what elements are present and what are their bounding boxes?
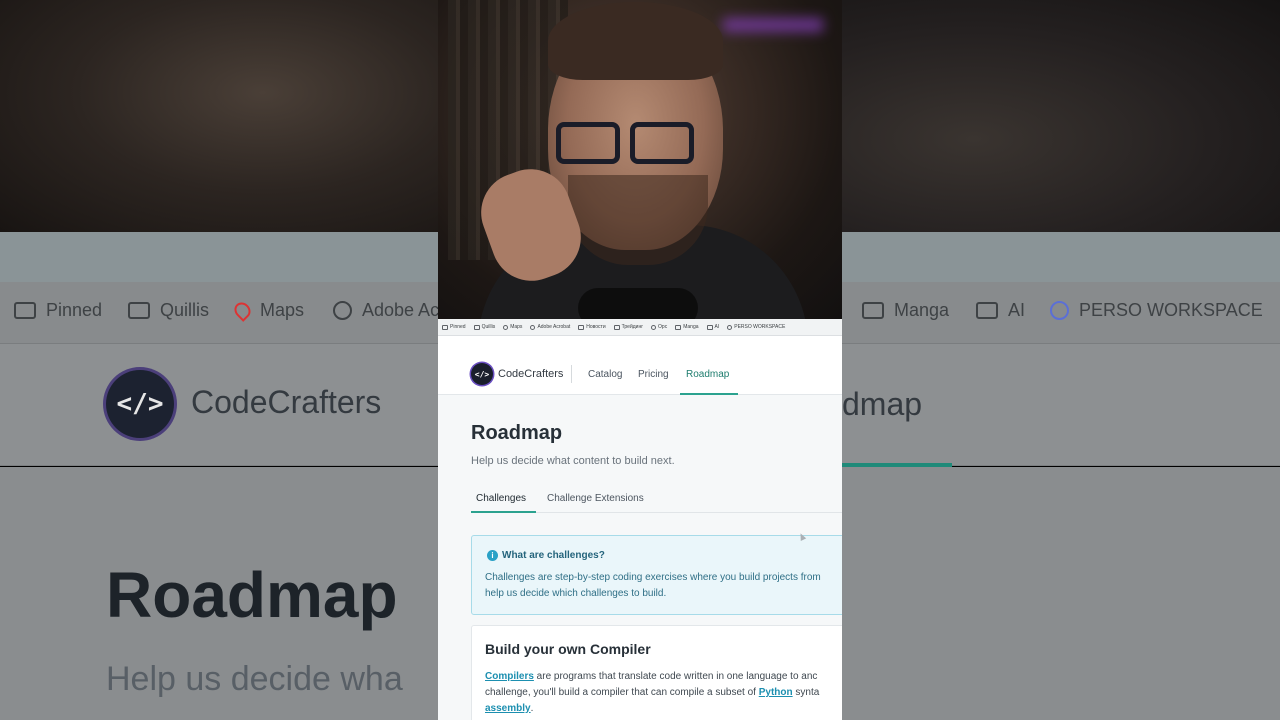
folder-icon <box>14 302 36 319</box>
blurred-bookmark: Adobe Ac <box>333 300 438 321</box>
blurred-background-left: Pinned Quillis Maps Adobe Ac </> CodeCra… <box>0 0 438 720</box>
bookmark-pinned[interactable]: Pinned <box>442 324 466 330</box>
blurred-bookmark: Maps <box>231 299 304 322</box>
glasses-lens-right <box>630 122 694 164</box>
info-line: help us decide which challenges to build… <box>485 588 667 599</box>
purple-light <box>723 18 823 32</box>
folder-icon <box>578 324 585 330</box>
bookmark-opc[interactable]: Opc <box>651 324 667 330</box>
nav-link-catalog[interactable]: Catalog <box>588 369 622 380</box>
maps-pin-icon <box>503 324 509 330</box>
bookmark-ai[interactable]: AI <box>706 324 720 330</box>
blurred-browser-bar <box>0 232 438 282</box>
folder-icon <box>473 324 480 330</box>
folder-icon <box>613 324 620 330</box>
blurred-bookmark: Manga <box>862 300 949 321</box>
tab-challenge-extensions[interactable]: Challenge Extensions <box>547 493 644 504</box>
blurred-background-right: Manga AI PERSO WORKSPACE dmap <box>842 0 1280 720</box>
link-python[interactable]: Python <box>759 687 793 698</box>
blurred-bookmark: AI <box>976 300 1025 321</box>
blurred-main <box>842 467 1280 720</box>
blurred-bookmark: Quillis <box>128 300 209 321</box>
code-logo-icon[interactable]: </> <box>471 363 493 385</box>
webcam-video <box>438 0 842 319</box>
description-line: Compilers are programs that translate co… <box>485 671 818 682</box>
page-title: Roadmap <box>471 422 563 444</box>
tab-challenges[interactable]: Challenges <box>476 493 526 504</box>
bookmark-label: Pinned <box>450 324 466 330</box>
bookmark-label: Adobe Acrobat <box>537 324 571 330</box>
globe-icon <box>651 324 657 330</box>
info-callout: i What are challenges? Challenges are st… <box>471 535 842 615</box>
bookmark-label: Трейдинг <box>621 324 644 330</box>
bookmark-perso-workspace[interactable]: PERSO WORKSPACE <box>727 324 785 330</box>
folder-icon <box>976 302 998 319</box>
blurred-browser-bar <box>842 232 1280 282</box>
blurred-nav-link: dmap <box>842 386 923 422</box>
bookmark-label: Manga <box>683 324 699 330</box>
person-hair <box>548 2 723 80</box>
video-frame: Pinned Quillis Maps Adobe Ac </> CodeCra… <box>0 0 1280 720</box>
nav-active-underline <box>680 393 738 395</box>
bookmark-adobe-acrobat[interactable]: Adobe Acrobat <box>530 324 570 330</box>
challenge-description: Compilers are programs that translate co… <box>485 669 842 717</box>
globe-icon <box>530 324 536 330</box>
folder-icon <box>442 324 448 330</box>
bookmark-quillis[interactable]: Quillis <box>473 324 496 330</box>
folder-icon <box>862 302 884 319</box>
bookmark-новости[interactable]: Новости <box>578 324 606 330</box>
blurred-logo-icon: </> <box>106 370 174 438</box>
blurred-webcam <box>0 0 438 232</box>
blurred-brand: CodeCrafters <box>191 384 382 420</box>
link-compilers[interactable]: Compilers <box>485 671 534 682</box>
glasses-lens-left <box>556 122 620 164</box>
info-line: Challenges are step-by-step coding exerc… <box>485 572 821 583</box>
nav-link-pricing[interactable]: Pricing <box>638 369 669 380</box>
info-icon: i <box>487 550 498 561</box>
circle-icon <box>727 324 733 330</box>
tab-active-underline <box>471 511 536 513</box>
folder-icon <box>128 302 150 319</box>
link-assembly[interactable]: assembly <box>485 703 531 714</box>
folder-icon <box>675 324 682 330</box>
challenge-card-compiler[interactable]: Build your own Compiler Compilers are pr… <box>471 625 842 720</box>
challenge-title[interactable]: Build your own Compiler <box>485 641 651 657</box>
bookmark-label: Новости <box>586 324 606 330</box>
description-line: assembly. <box>485 703 534 714</box>
brand-name[interactable]: CodeCrafters <box>498 368 563 380</box>
blurred-webcam <box>842 0 1280 232</box>
center-column: Pinned Quillis Maps Adobe Acrobat Новости Тре… <box>438 0 842 720</box>
bookmark-label: PERSO WORKSPACE <box>734 324 786 330</box>
folder-icon <box>706 324 713 330</box>
glasses <box>556 122 706 166</box>
browser-page: Pinned Quillis Maps Adobe Acrobat Новости Тре… <box>438 319 842 720</box>
bookmark-maps[interactable]: Maps <box>503 324 522 330</box>
nav-link-roadmap[interactable]: Roadmap <box>686 369 729 380</box>
microphone <box>578 288 698 319</box>
nav-divider <box>571 365 572 383</box>
bookmark-manga[interactable]: Manga <box>675 324 699 330</box>
site-navbar: </> CodeCrafters Catalog Pricing Roadmap <box>438 336 842 395</box>
bookmarks-bar: Pinned Quillis Maps Adobe Acrobat Новости Тре… <box>438 319 842 336</box>
bookmark-label: Maps <box>510 324 523 330</box>
bookmark-label: Opc <box>658 324 668 330</box>
blurred-title: Roadmap <box>106 559 398 631</box>
blurred-bookmark: PERSO WORKSPACE <box>1050 300 1263 321</box>
page-subtitle: Help us decide what content to build nex… <box>471 455 675 467</box>
info-title: What are challenges? <box>502 550 605 561</box>
info-body: Challenges are step-by-step coding exerc… <box>485 570 842 602</box>
maps-pin-icon <box>231 299 254 322</box>
blurred-subtitle: Help us decide wha <box>106 660 403 698</box>
bookmark-label: Quillis <box>481 324 496 330</box>
tab-bar: Challenges Challenge Extensions <box>471 486 842 513</box>
blurred-bookmark: Pinned <box>14 300 102 321</box>
circle-icon <box>1050 301 1069 320</box>
bookmark-label: AI <box>714 324 720 330</box>
bookmark-трейдинг[interactable]: Трейдинг <box>613 324 644 330</box>
description-line: challenge, you'll build a compiler that … <box>485 687 820 698</box>
globe-icon <box>333 301 352 320</box>
